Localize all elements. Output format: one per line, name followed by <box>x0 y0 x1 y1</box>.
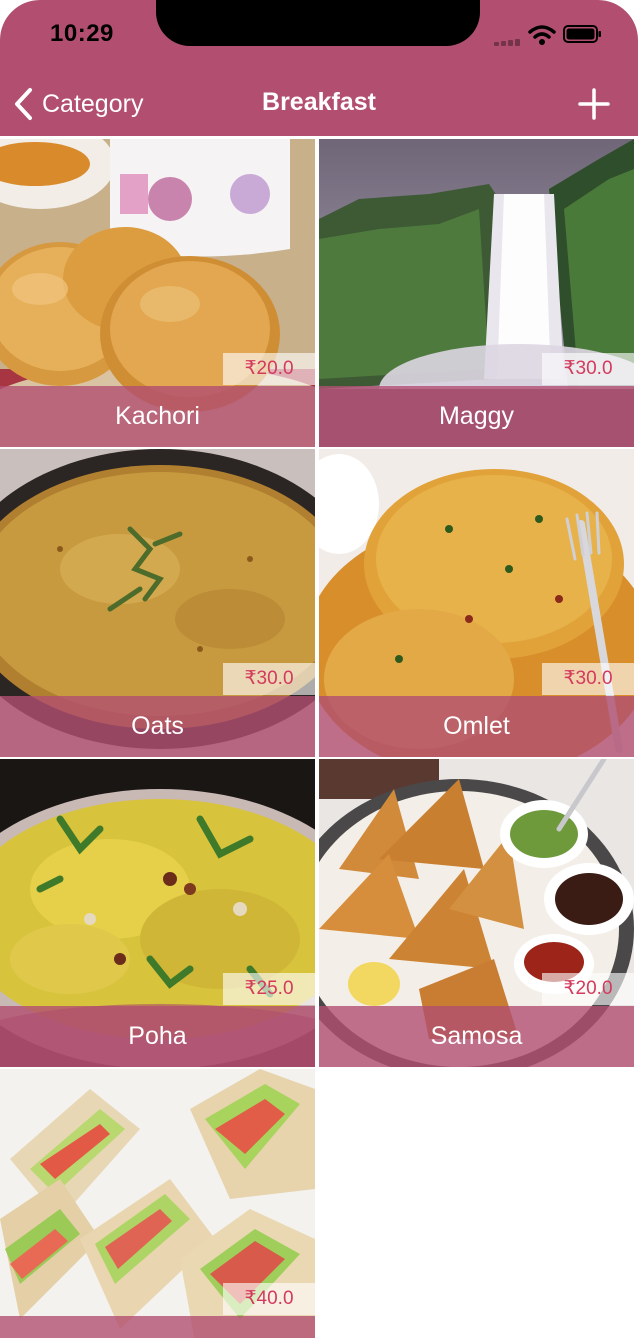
back-button-label: Category <box>42 89 144 118</box>
chevron-left-icon <box>15 88 32 120</box>
menu-item-card[interactable]: ₹40.0 <box>0 1069 315 1338</box>
item-name: Maggy <box>319 386 634 447</box>
menu-item-card[interactable]: ₹30.0 Maggy <box>319 139 634 447</box>
menu-item-card[interactable]: ₹25.0 Poha <box>0 759 315 1067</box>
price-tag: ₹30.0 <box>223 663 315 695</box>
navigation-bar: Category Breakfast <box>0 72 638 136</box>
back-button[interactable]: Category <box>12 84 143 124</box>
menu-item-card[interactable]: ₹20.0 Samosa <box>319 759 634 1067</box>
price-tag: ₹25.0 <box>223 973 315 1005</box>
menu-item-card[interactable]: ₹20.0 Kachori <box>0 139 315 447</box>
status-time: 10:29 <box>50 20 114 47</box>
price-tag: ₹30.0 <box>542 663 634 695</box>
battery-icon <box>563 25 601 43</box>
item-name: Oats <box>0 696 315 757</box>
app-header: 10:29 Category Breakfast <box>0 0 638 136</box>
device-notch <box>156 0 480 46</box>
add-item-button[interactable] <box>576 86 612 122</box>
menu-item-card[interactable]: ₹30.0 Oats <box>0 449 315 757</box>
item-name: Kachori <box>0 386 315 447</box>
wifi-icon <box>528 24 556 46</box>
menu-item-card[interactable]: ₹30.0 Omlet <box>319 449 634 757</box>
screen: 10:29 Category Breakfast ₹20.0 Kachori ₹… <box>0 0 638 1338</box>
signal-icon <box>494 38 522 46</box>
item-name: Poha <box>0 1006 315 1067</box>
item-name <box>0 1316 315 1338</box>
price-tag: ₹20.0 <box>223 353 315 385</box>
plus-icon <box>578 88 610 120</box>
price-tag: ₹40.0 <box>223 1283 315 1315</box>
item-name: Samosa <box>319 1006 634 1067</box>
item-name: Omlet <box>319 696 634 757</box>
price-tag: ₹20.0 <box>542 973 634 1005</box>
price-tag: ₹30.0 <box>542 353 634 385</box>
